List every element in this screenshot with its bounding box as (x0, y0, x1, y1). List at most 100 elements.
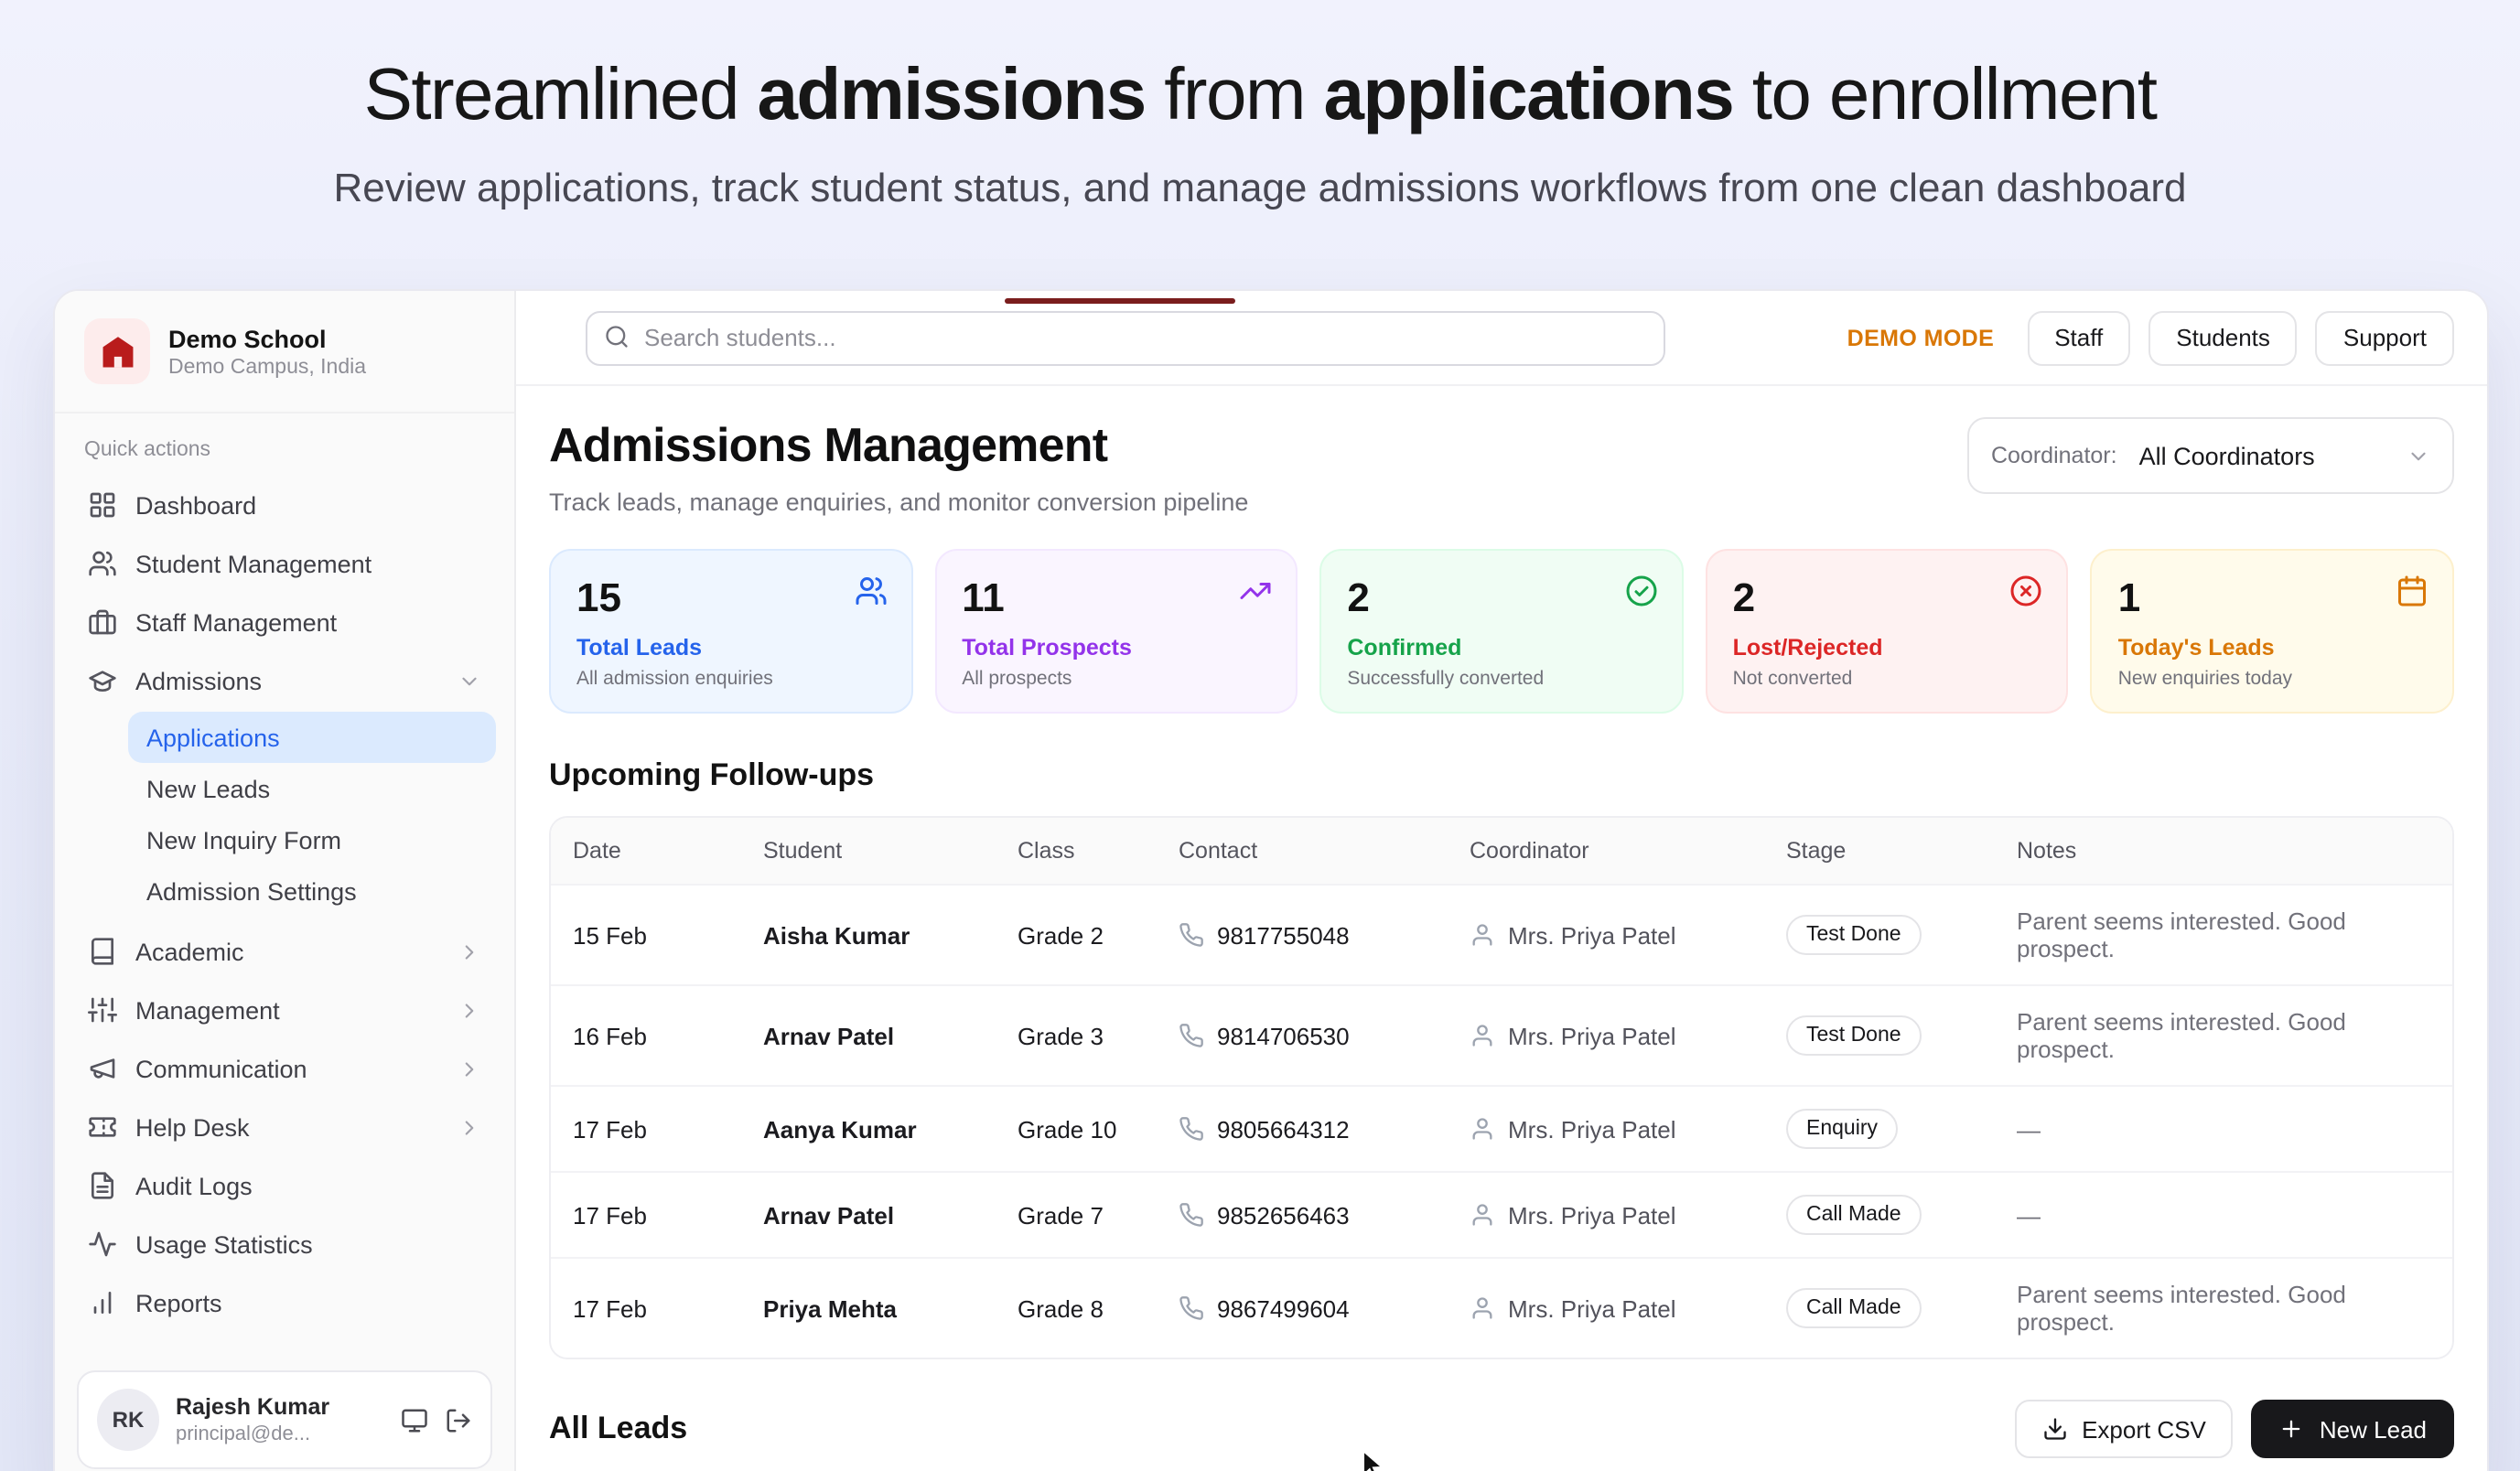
stage-badge: Test Done (1786, 915, 1922, 955)
cell-stage: Test Done (1764, 985, 1995, 1086)
stage-badge: Call Made (1786, 1195, 1922, 1235)
sidebar-item-dashboard[interactable]: Dashboard (73, 476, 496, 534)
cell-contact: 9867499604 (1157, 1258, 1448, 1358)
school-name: Demo School (168, 325, 366, 352)
sidebar-item-communication[interactable]: Communication (73, 1039, 496, 1098)
sidebar-item-academic[interactable]: Academic (73, 922, 496, 981)
sidebar-item-usage-statistics[interactable]: Usage Statistics (73, 1215, 496, 1273)
cell-date: 17 Feb (551, 1172, 741, 1258)
table-header-row: Date Student Class Contact Coordinator S… (551, 818, 2452, 885)
user-card[interactable]: RK Rajesh Kumar principal@de... (77, 1370, 492, 1469)
app-window: Demo School Demo Campus, India Quick act… (53, 289, 2489, 1471)
stat-description: All admission enquiries (576, 668, 885, 690)
table-row[interactable]: 15 Feb Aisha Kumar Grade 2 9817755048 Mr… (551, 885, 2452, 985)
users-icon (88, 549, 117, 578)
cell-date: 17 Feb (551, 1086, 741, 1172)
cell-contact: 9852656463 (1157, 1172, 1448, 1258)
person-icon (1470, 1295, 1495, 1321)
sliders-icon (88, 995, 117, 1025)
monitor-icon[interactable] (401, 1406, 428, 1433)
cell-class: Grade 2 (996, 885, 1157, 985)
sidebar-item-student-management[interactable]: Student Management (73, 534, 496, 593)
sidebar-nav: Dashboard Student Management Staff Manag… (55, 476, 514, 1332)
users-icon (854, 574, 887, 607)
sidebar-item-management[interactable]: Management (73, 981, 496, 1039)
phone-icon (1179, 1116, 1204, 1142)
stat-card-todays-leads: 1 Today's Leads New enquiries today (2091, 549, 2454, 714)
search-icon (604, 324, 630, 349)
cell-notes: Parent seems interested. Good prospect. (1995, 985, 2452, 1086)
bar-chart-icon (88, 1288, 117, 1317)
col-contact: Contact (1157, 818, 1448, 885)
cell-student: Arnav Patel (741, 985, 996, 1086)
demo-mode-badge: DEMO MODE (1847, 325, 1995, 350)
person-icon (1470, 1023, 1495, 1048)
topbar: DEMO MODE Staff Students Support (516, 291, 2487, 386)
stage-badge: Enquiry (1786, 1109, 1898, 1149)
sidebar-item-reports[interactable]: Reports (73, 1273, 496, 1332)
sidebar-item-admission-settings[interactable]: Admission Settings (128, 865, 496, 917)
cell-contact: 9805664312 (1157, 1086, 1448, 1172)
all-leads-header: All Leads Export CSV New Lead (549, 1400, 2454, 1458)
sidebar-item-new-inquiry-form[interactable]: New Inquiry Form (128, 814, 496, 865)
cell-stage: Enquiry (1764, 1086, 1995, 1172)
table-row[interactable]: 17 Feb Priya Mehta Grade 8 9867499604 Mr… (551, 1258, 2452, 1358)
school-location: Demo Campus, India (168, 356, 366, 378)
student-search-input[interactable] (586, 310, 1665, 365)
demo-progress-bar (1005, 298, 1235, 304)
cell-date: 16 Feb (551, 985, 741, 1086)
stat-value: 15 (576, 574, 885, 622)
stat-value: 1 (2118, 574, 2427, 622)
col-class: Class (996, 818, 1157, 885)
sidebar-item-audit-logs[interactable]: Audit Logs (73, 1156, 496, 1215)
coordinator-value: All Coordinators (2139, 442, 2315, 469)
page-title: Admissions Management (549, 417, 1248, 474)
coordinator-select[interactable]: Coordinator: All Coordinators (1967, 417, 2454, 494)
all-leads-heading: All Leads (549, 1411, 687, 1447)
quick-actions-label: Quick actions (55, 413, 514, 476)
cell-date: 17 Feb (551, 1258, 741, 1358)
cell-notes: — (1995, 1172, 2452, 1258)
table-row[interactable]: 16 Feb Arnav Patel Grade 3 9814706530 Mr… (551, 985, 2452, 1086)
staff-button[interactable]: Staff (2027, 310, 2130, 365)
cell-notes: Parent seems interested. Good prospect. (1995, 1258, 2452, 1358)
stat-card-lost-rejected: 2 Lost/Rejected Not converted (1706, 549, 2069, 714)
phone-icon (1179, 1295, 1204, 1321)
cell-coordinator: Mrs. Priya Patel (1448, 985, 1764, 1086)
col-student: Student (741, 818, 996, 885)
table-row[interactable]: 17 Feb Aanya Kumar Grade 10 9805664312 M… (551, 1086, 2452, 1172)
export-csv-button[interactable]: Export CSV (2014, 1400, 2234, 1458)
dashboard-grid-icon (88, 490, 117, 520)
sidebar-item-admissions[interactable]: Admissions (73, 651, 496, 710)
phone-icon (1179, 1202, 1204, 1228)
megaphone-icon (88, 1054, 117, 1083)
cell-coordinator: Mrs. Priya Patel (1448, 885, 1764, 985)
sidebar-item-applications[interactable]: Applications (128, 712, 496, 763)
cell-coordinator: Mrs. Priya Patel (1448, 1258, 1764, 1358)
cell-stage: Call Made (1764, 1172, 1995, 1258)
sidebar-header: Demo School Demo Campus, India (55, 291, 514, 413)
students-button[interactable]: Students (2148, 310, 2298, 365)
cell-class: Grade 7 (996, 1172, 1157, 1258)
cell-notes: Parent seems interested. Good prospect. (1995, 885, 2452, 985)
sidebar-item-help-desk[interactable]: Help Desk (73, 1098, 496, 1156)
logout-icon[interactable] (445, 1406, 472, 1433)
cell-contact: 9814706530 (1157, 985, 1448, 1086)
content: Admissions Management Track leads, manag… (516, 386, 2487, 1471)
ticket-icon (88, 1112, 117, 1142)
sidebar-item-staff-management[interactable]: Staff Management (73, 593, 496, 651)
stat-description: All prospects (962, 668, 1270, 690)
cell-student: Aanya Kumar (741, 1086, 996, 1172)
stat-description: Not converted (1733, 668, 2041, 690)
sidebar-item-new-leads[interactable]: New Leads (128, 763, 496, 814)
cell-class: Grade 8 (996, 1258, 1157, 1358)
person-icon (1470, 1116, 1495, 1142)
stat-card-total-leads: 15 Total Leads All admission enquiries (549, 549, 912, 714)
user-email: principal@de... (176, 1423, 384, 1445)
support-button[interactable]: Support (2316, 310, 2454, 365)
stat-label: Total Leads (576, 635, 885, 660)
new-lead-button[interactable]: New Lead (2252, 1400, 2454, 1458)
hero-subtitle: Review applications, track student statu… (0, 165, 2520, 212)
col-coordinator: Coordinator (1448, 818, 1764, 885)
table-row[interactable]: 17 Feb Arnav Patel Grade 7 9852656463 Mr… (551, 1172, 2452, 1258)
